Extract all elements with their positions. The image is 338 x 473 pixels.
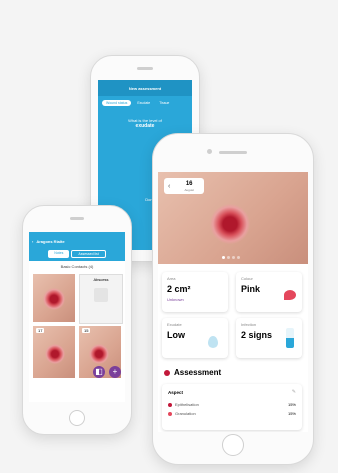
colour-swatch-icon <box>284 290 296 300</box>
area-tag: Unknown <box>167 297 184 302</box>
infection-card[interactable]: Infection 2 signs <box>236 318 302 358</box>
question-bold: exudate <box>135 123 155 129</box>
home-button[interactable] <box>69 410 85 426</box>
date-month: August <box>184 187 194 192</box>
exudate-card[interactable]: Exudate Low <box>162 318 228 358</box>
wound-mark <box>43 288 65 310</box>
front-phone: ‹ 16 August Area 2 cm² Unknown Colour Pi… <box>152 133 314 465</box>
tab-exudate[interactable]: Exudate <box>134 100 153 106</box>
tile-label: Abscess <box>93 277 109 282</box>
left-screen: ‹ Aragons Rialte Notes Assessed list Bas… <box>29 232 125 402</box>
speaker <box>137 67 153 70</box>
header-title: New assessment <box>98 80 192 96</box>
left-phone: ‹ Aragons Rialte Notes Assessed list Bas… <box>22 205 132 435</box>
date-day: 16 <box>185 180 193 187</box>
row-value: 15% <box>287 402 296 407</box>
colour-label: Colour <box>241 276 253 281</box>
placeholder-image-icon <box>94 288 108 302</box>
speaker <box>70 217 84 220</box>
tile-label: 15 <box>82 328 91 333</box>
wound-photo[interactable] <box>33 274 75 322</box>
row-label: Granulation <box>175 411 196 416</box>
dot-icon <box>168 411 172 416</box>
home-button[interactable] <box>222 434 244 456</box>
tile-label: 17 <box>36 328 45 333</box>
date-chip[interactable]: ‹ 16 August <box>164 178 204 194</box>
edit-icon[interactable]: ✎ <box>292 389 296 395</box>
back-arrow-icon[interactable]: ‹ <box>32 239 33 244</box>
exudate-label: Exudate <box>167 322 182 327</box>
tab-tissue[interactable]: Tissue <box>156 100 172 106</box>
dot-icon <box>168 402 172 407</box>
header-title: Aragons Rialte <box>36 238 65 244</box>
exudate-value: Low <box>167 330 185 340</box>
tile-abscess[interactable]: Abscess <box>79 274 123 324</box>
row-label: Epithelisation <box>175 402 199 407</box>
thermometer-icon <box>286 328 294 348</box>
droplet-icon <box>208 336 218 348</box>
speaker <box>219 151 247 154</box>
camera <box>207 149 212 154</box>
assessment-title: Assessment <box>174 368 222 377</box>
row-granulation: Granulation 15% <box>168 411 296 416</box>
tab-notes[interactable]: Notes <box>48 250 70 258</box>
row-value: 15% <box>287 411 296 416</box>
gallery-fab-icon[interactable]: ◧ <box>93 366 105 378</box>
wound-mark <box>89 344 109 364</box>
assessment-icon <box>164 369 170 376</box>
wound-mark <box>210 204 250 244</box>
area-value: 2 cm² <box>167 284 191 294</box>
tab-assessed-list[interactable]: Assessed list <box>71 250 106 258</box>
assessment-header: Assessment <box>164 368 221 377</box>
wound-mark <box>45 344 65 364</box>
left-header: ‹ Aragons Rialte <box>29 232 125 250</box>
carousel-dots[interactable] <box>222 256 240 259</box>
wound-hero-photo[interactable]: ‹ 16 August <box>158 172 308 264</box>
section-title: Basic Contacts (4) <box>60 264 94 269</box>
area-card[interactable]: Area 2 cm² Unknown <box>162 272 228 312</box>
wound-photo[interactable]: 17 <box>33 326 75 378</box>
aspect-label: Aspect <box>168 390 184 395</box>
row-epithelisation: Epithelisation 15% <box>168 402 296 407</box>
infection-label: Infection <box>241 322 257 327</box>
add-fab-icon[interactable]: + <box>109 366 121 378</box>
area-label: Area <box>167 276 176 281</box>
aspect-card[interactable]: Aspect ✎ Epithelisation 15% Granulation … <box>162 384 302 430</box>
front-screen: ‹ 16 August Area 2 cm² Unknown Colour Pi… <box>158 172 308 432</box>
back-arrow-icon[interactable]: ‹ <box>168 183 170 190</box>
tab-wound-status[interactable]: Wound status <box>102 100 132 106</box>
colour-card[interactable]: Colour Pink <box>236 272 302 312</box>
